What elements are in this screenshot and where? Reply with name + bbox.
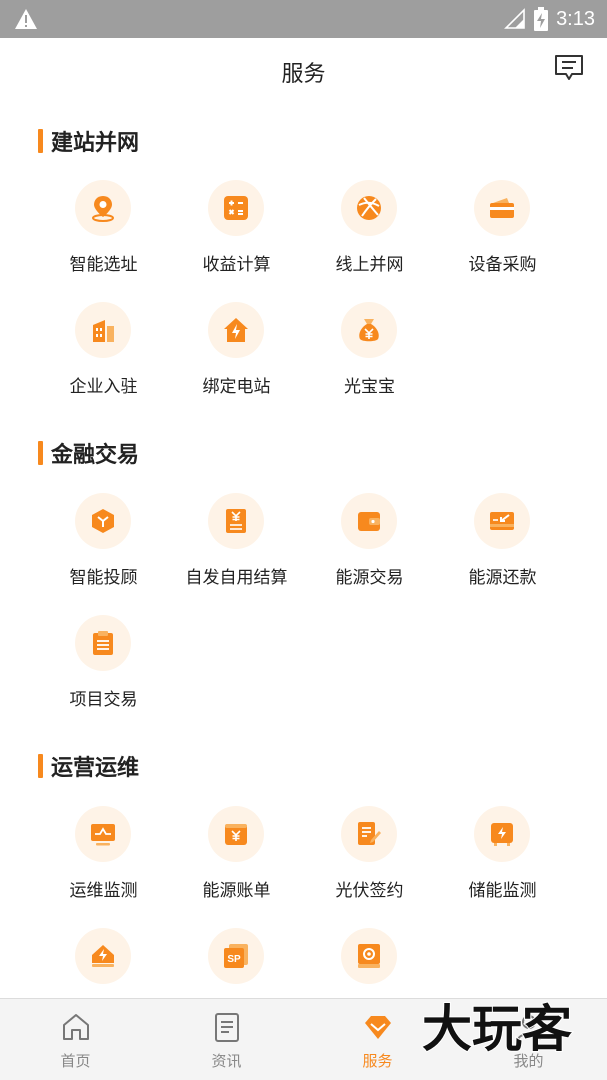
cube-icon <box>75 493 131 549</box>
svg-text:大玩客: 大玩客 <box>422 1000 572 1058</box>
money-bag-icon <box>341 302 397 358</box>
battery-charging-icon <box>534 7 549 31</box>
location-pin-icon <box>75 180 131 236</box>
clipboard-icon <box>75 615 131 671</box>
card-icon <box>474 180 530 236</box>
home-icon <box>63 1014 89 1040</box>
service-item-revenue-calc[interactable]: 收益计算 <box>170 180 303 290</box>
service-item-energy-bill[interactable]: 能源账单 <box>170 806 303 916</box>
service-item-energy-repayment[interactable]: 能源还款 <box>436 493 569 603</box>
service-item-site-selection[interactable]: 智能选址 <box>37 180 170 290</box>
battery-cabinet-icon <box>474 806 530 862</box>
service-item-robo-advisor[interactable]: 智能投顾 <box>37 493 170 603</box>
tab-home[interactable]: 首页 <box>0 999 151 1080</box>
section-title-finance: 金融交易 <box>38 440 139 468</box>
section-accent-bar <box>38 754 43 778</box>
building-icon <box>75 302 131 358</box>
service-item-self-use-settlement[interactable]: 自发自用结算 <box>170 493 303 603</box>
service-item-sp[interactable]: SP <box>170 928 303 998</box>
yen-bill-icon <box>208 493 264 549</box>
bill-icon <box>208 806 264 862</box>
wallet-icon <box>341 493 397 549</box>
service-item-enterprise-entry[interactable]: 企业入驻 <box>37 302 170 412</box>
section-accent-bar <box>38 129 43 153</box>
sign-document-icon <box>341 806 397 862</box>
signal-icon <box>504 8 525 29</box>
page-title: 服务 <box>281 62 326 87</box>
settings-box-icon <box>341 928 397 984</box>
service-item-energy-trade[interactable]: 能源交易 <box>303 493 436 603</box>
section-title-build: 建站并网 <box>38 128 139 156</box>
service-item-pv-signing[interactable]: 光伏签约 <box>303 806 436 916</box>
warning-icon <box>15 9 37 29</box>
header: 服务 <box>0 38 607 104</box>
monitor-icon <box>75 806 131 862</box>
services-content[interactable]: 建站并网 智能选址 收益计算 线上并网 设备采购 企业入驻 绑定电站 光宝宝 金… <box>0 104 607 998</box>
energy-house-icon <box>75 928 131 984</box>
watermark-logo: 大玩客 <box>421 999 573 1059</box>
service-item-storage-monitoring[interactable]: 储能监测 <box>436 806 569 916</box>
service-item-project-trade[interactable]: 项目交易 <box>37 615 170 725</box>
service-item-bind-station[interactable]: 绑定电站 <box>170 302 303 412</box>
service-item-online-grid[interactable]: 线上并网 <box>303 180 436 290</box>
repay-card-icon <box>474 493 530 549</box>
service-item-equipment-purchase[interactable]: 设备采购 <box>436 180 569 290</box>
tab-news[interactable]: 资讯 <box>151 999 302 1080</box>
sp-icon: SP <box>208 928 264 984</box>
status-bar: 3:13 <box>0 0 607 38</box>
power-station-icon <box>208 302 264 358</box>
section-title-operations: 运营运维 <box>38 753 139 781</box>
svg-text:SP: SP <box>227 954 241 965</box>
section-accent-bar <box>38 441 43 465</box>
service-item-settings-box[interactable] <box>303 928 436 998</box>
calculator-icon <box>208 180 264 236</box>
service-item-om-monitoring[interactable]: 运维监测 <box>37 806 170 916</box>
grid-globe-icon <box>341 180 397 236</box>
news-icon <box>215 1013 239 1042</box>
service-diamond-icon <box>365 1016 391 1039</box>
service-item-guangbaobao[interactable]: 光宝宝 <box>303 302 436 412</box>
status-time: 3:13 <box>556 7 595 30</box>
message-icon[interactable] <box>553 52 585 84</box>
service-item-energy-house[interactable] <box>37 928 170 998</box>
